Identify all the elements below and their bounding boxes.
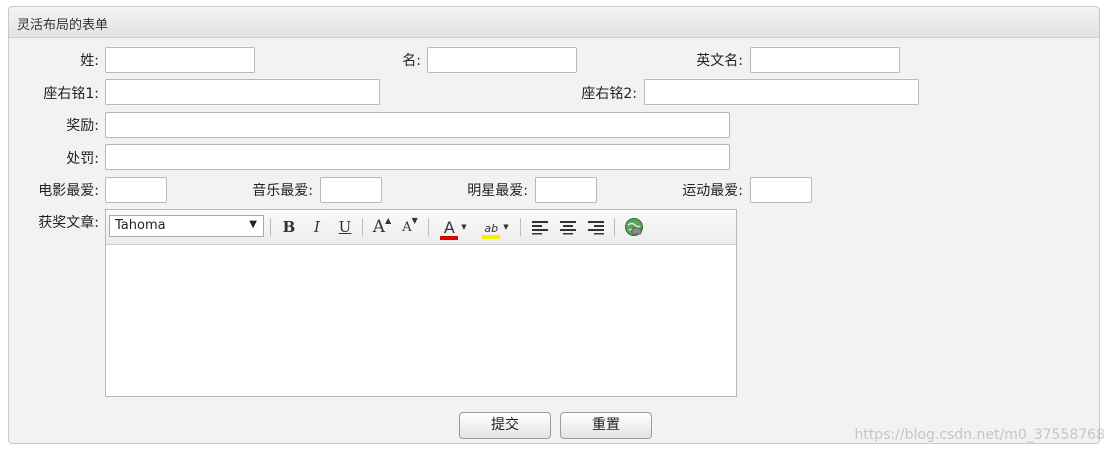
font-family-select[interactable]: Tahoma ▼ <box>109 215 264 237</box>
highlight-color-icon[interactable]: ab ▼ <box>478 216 512 239</box>
surname-label: 姓: <box>80 53 99 69</box>
fav-movie-input[interactable] <box>105 177 167 203</box>
form-panel: 灵活布局的表单 姓: 名: 英文名: 座右铭1: 座右铭2: 奖励: 处罚: 电… <box>8 6 1100 444</box>
panel-title: 灵活布局的表单 <box>17 18 109 33</box>
font-color-glyph: A <box>443 217 455 237</box>
editor-toolbar: Tahoma ▼ B I U A ▲ A ▼ A ▼ ab ▼ <box>106 210 736 245</box>
fav-star-label: 明星最爱: <box>467 183 528 199</box>
toolbar-separator <box>520 218 521 236</box>
fav-sport-input[interactable] <box>750 177 812 203</box>
motto1-label: 座右铭1: <box>43 86 99 102</box>
highlight-glyph: ab <box>484 222 499 235</box>
given-name-label: 名: <box>402 53 421 69</box>
motto2-label: 座右铭2: <box>581 86 637 102</box>
font-color-bar <box>440 235 459 240</box>
shrink-glyph: A <box>402 219 412 235</box>
panel-header: 灵活布局的表单 <box>9 7 1099 38</box>
italic-icon[interactable]: I <box>306 216 328 238</box>
fav-music-input[interactable] <box>320 177 382 203</box>
punishment-label: 处罚: <box>66 151 99 167</box>
bold-icon[interactable]: B <box>278 216 300 238</box>
editor-content-area[interactable] <box>106 245 736 396</box>
underline-icon[interactable]: U <box>334 216 356 238</box>
font-color-swatch: A <box>439 217 459 240</box>
arrow-up-icon: ▲ <box>385 215 392 225</box>
grow-glyph: A <box>372 217 386 237</box>
english-name-label: 英文名: <box>696 53 743 69</box>
align-right-icon[interactable] <box>585 216 607 238</box>
arrow-down-icon: ▼ <box>411 215 418 225</box>
highlight-swatch: ab <box>481 218 501 239</box>
font-color-icon[interactable]: A ▼ <box>436 216 470 240</box>
fav-music-label: 音乐最爱: <box>252 183 313 199</box>
fav-sport-label: 运动最爱: <box>682 183 743 199</box>
chevron-down-icon: ▼ <box>503 223 509 231</box>
highlight-color-bar <box>482 235 501 239</box>
chevron-down-icon: ▼ <box>461 223 467 231</box>
motto2-input[interactable] <box>644 79 919 105</box>
english-name-input[interactable] <box>750 47 900 73</box>
punishment-input[interactable] <box>105 144 730 170</box>
font-size-decrease-icon[interactable]: A ▼ <box>399 216 421 238</box>
submit-button[interactable]: 提交 <box>459 412 551 439</box>
reward-label: 奖励: <box>66 118 99 134</box>
chevron-down-icon: ▼ <box>249 219 257 230</box>
fav-movie-label: 电影最爱: <box>38 183 99 199</box>
font-family-value: Tahoma <box>115 218 166 233</box>
toolbar-separator <box>270 218 271 236</box>
watermark-text: https://blog.csdn.net/m0_37558768 <box>854 427 1105 443</box>
toolbar-separator <box>362 218 363 236</box>
reward-input[interactable] <box>105 112 730 138</box>
align-left-icon[interactable] <box>529 216 551 238</box>
article-label: 获奖文章: <box>38 215 99 231</box>
toolbar-separator <box>614 218 615 236</box>
rich-text-editor: Tahoma ▼ B I U A ▲ A ▼ A ▼ ab ▼ <box>105 209 737 397</box>
reset-button[interactable]: 重置 <box>560 412 652 439</box>
font-size-increase-icon[interactable]: A ▲ <box>371 216 393 238</box>
motto1-input[interactable] <box>105 79 380 105</box>
align-center-icon[interactable] <box>557 216 579 238</box>
insert-link-globe-icon[interactable] <box>623 216 645 238</box>
surname-input[interactable] <box>105 47 255 73</box>
fav-star-input[interactable] <box>535 177 597 203</box>
given-name-input[interactable] <box>427 47 577 73</box>
toolbar-separator <box>428 218 429 236</box>
